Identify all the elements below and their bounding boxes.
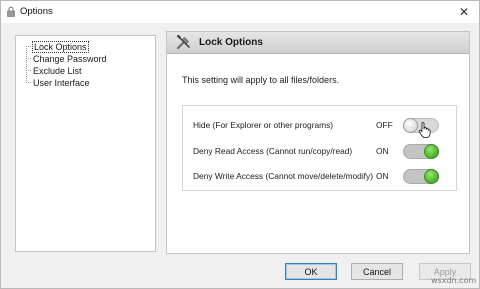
option-row-deny-read: Deny Read Access (Cannot run/copy/read) … [183,143,456,159]
hand-cursor-icon [418,122,431,138]
tree-item-label: User Interface [33,77,90,88]
toggle-knob [424,144,439,159]
tree-item-label: Change Password [33,53,107,64]
option-label: Deny Write Access (Cannot move/delete/mo… [193,171,373,181]
options-group: Hide (For Explorer or other programs) OF… [182,105,457,191]
tree-item-lock-options[interactable]: Lock Options [26,40,89,53]
option-state: ON [376,171,389,181]
tools-icon [176,34,190,50]
tree-item-user-interface[interactable]: User Interface [26,77,91,88]
ok-button[interactable]: OK [285,263,337,280]
cancel-button[interactable]: Cancel [351,263,403,280]
deny-write-toggle[interactable] [403,169,439,184]
toggle-knob [424,169,439,184]
toggle-knob [403,118,418,133]
tree-item-label: Lock Options [32,40,89,53]
option-state: ON [376,146,389,156]
lock-options-panel: Lock Options This setting will apply to … [166,31,470,254]
settings-tree: Lock Options Change Password Exclude Lis… [15,35,156,252]
option-row-deny-write: Deny Write Access (Cannot move/delete/mo… [183,168,456,184]
panel-description: This setting will apply to all files/fol… [182,75,340,85]
option-label: Deny Read Access (Cannot run/copy/read) [193,146,353,156]
deny-read-toggle[interactable] [403,144,439,159]
tree-item-change-password[interactable]: Change Password [26,53,108,64]
option-label: Hide (For Explorer or other programs) [193,120,334,130]
options-dialog: Options ✕ Lock Options Change Password E… [0,0,480,289]
panel-header: Lock Options [167,32,469,54]
option-row-hide: Hide (For Explorer or other programs) OF… [183,117,456,133]
panel-title: Lock Options [199,37,263,48]
close-icon: ✕ [458,4,470,19]
tree-item-exclude-list[interactable]: Exclude List [26,65,83,76]
option-state: OFF [376,120,393,130]
window-title: Options [20,6,53,17]
watermark: wsxdn.com [431,276,477,285]
close-button[interactable]: ✕ [455,3,473,20]
tree-item-label: Exclude List [33,65,82,76]
padlock-icon [7,6,15,17]
title-bar: Options ✕ [1,1,479,23]
